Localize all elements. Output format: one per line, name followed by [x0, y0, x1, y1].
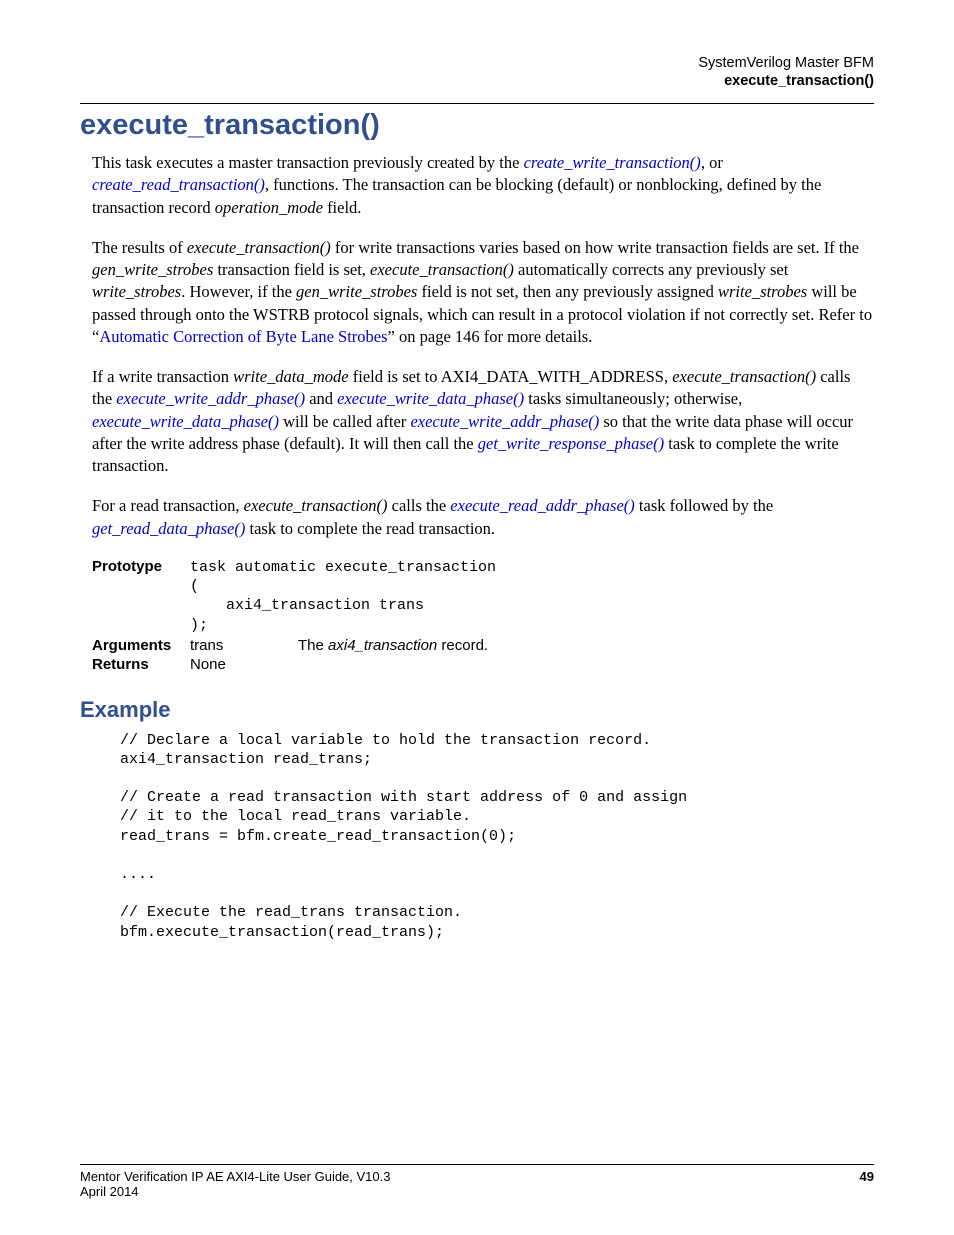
link-get-read-data-phase[interactable]: get_read_data_phase(): [92, 519, 245, 538]
text: ” on page 146 for more details.: [388, 327, 593, 346]
prototype-label: Prototype: [92, 558, 190, 575]
example-heading: Example: [80, 697, 874, 723]
page-title: execute_transaction(): [80, 109, 874, 142]
text: field.: [323, 198, 362, 217]
argument-desc: The axi4_transaction record.: [298, 637, 488, 654]
text: The results of: [92, 238, 187, 257]
text: If a write transaction: [92, 367, 233, 386]
link-execute-read-addr-phase[interactable]: execute_read_addr_phase(): [450, 496, 635, 515]
footer-date: April 2014: [80, 1184, 874, 1199]
returns-label: Returns: [92, 656, 190, 673]
returns-value: None: [190, 656, 298, 673]
arguments-row: Arguments trans The axi4_transaction rec…: [92, 637, 874, 654]
text: record.: [437, 637, 488, 654]
write-strobes-paragraph: The results of execute_transaction() for…: [92, 237, 874, 348]
term-operation-mode: operation_mode: [215, 198, 323, 217]
term: write_strobes: [92, 282, 181, 301]
link-auto-correction-byte-lane[interactable]: Automatic Correction of Byte Lane Strobe…: [99, 327, 387, 346]
text: For a read transaction,: [92, 496, 244, 515]
text: field is not set, then any previously as…: [417, 282, 718, 301]
footer-page-number: 49: [860, 1169, 874, 1184]
page: SystemVerilog Master BFM execute_transac…: [0, 0, 954, 1235]
text: tasks simultaneously; otherwise,: [524, 389, 742, 408]
text: will be called after: [279, 412, 410, 431]
link-execute-write-data-phase-2[interactable]: execute_write_data_phase(): [92, 412, 279, 431]
text: The: [298, 637, 328, 654]
prototype-row: Prototype task automatic execute_transac…: [92, 558, 874, 635]
header-chapter: SystemVerilog Master BFM: [698, 54, 874, 72]
term: execute_transaction(): [187, 238, 331, 257]
page-footer: Mentor Verification IP AE AXI4-Lite User…: [80, 1164, 874, 1199]
text: . However, if the: [181, 282, 296, 301]
term: execute_transaction(): [370, 260, 514, 279]
example-code: // Declare a local variable to hold the …: [120, 731, 874, 942]
link-execute-write-addr-phase-2[interactable]: execute_write_addr_phase(): [410, 412, 599, 431]
term: execute_transaction(): [672, 367, 816, 386]
returns-row: Returns None: [92, 656, 874, 673]
text: calls the: [388, 496, 451, 515]
text: automatically corrects any previously se…: [514, 260, 788, 279]
term: write_data_mode: [233, 367, 349, 386]
link-create-read-transaction[interactable]: create_read_transaction(): [92, 175, 265, 194]
term: write_strobes: [718, 282, 807, 301]
arguments-label: Arguments: [92, 637, 190, 654]
term: gen_write_strobes: [296, 282, 417, 301]
page-header: SystemVerilog Master BFM execute_transac…: [698, 54, 874, 90]
link-get-write-response-phase[interactable]: get_write_response_phase(): [478, 434, 664, 453]
term-axi4-transaction: axi4_transaction: [328, 637, 437, 654]
footer-guide: Mentor Verification IP AE AXI4-Lite User…: [80, 1169, 390, 1184]
content: execute_transaction() This task executes…: [80, 109, 874, 942]
text: , or: [701, 153, 723, 172]
text: transaction field is set,: [213, 260, 370, 279]
text: task followed by the: [635, 496, 773, 515]
link-execute-write-data-phase[interactable]: execute_write_data_phase(): [337, 389, 524, 408]
intro-paragraph: This task executes a master transaction …: [92, 152, 874, 219]
header-rule: [80, 103, 874, 104]
argument-name: trans: [190, 637, 298, 654]
read-transaction-paragraph: For a read transaction, execute_transact…: [92, 495, 874, 540]
header-topic: execute_transaction(): [698, 72, 874, 90]
footer-line: Mentor Verification IP AE AXI4-Lite User…: [80, 1169, 874, 1184]
text: for write transactions varies based on h…: [331, 238, 859, 257]
write-data-mode-paragraph: If a write transaction write_data_mode f…: [92, 366, 874, 477]
term: gen_write_strobes: [92, 260, 213, 279]
footer-rule: [80, 1164, 874, 1165]
prototype-code: task automatic execute_transaction ( axi…: [190, 558, 496, 635]
text: field is set to AXI4_DATA_WITH_ADDRESS,: [349, 367, 673, 386]
link-create-write-transaction[interactable]: create_write_transaction(): [524, 153, 701, 172]
text: task to complete the read transaction.: [245, 519, 495, 538]
link-execute-write-addr-phase[interactable]: execute_write_addr_phase(): [116, 389, 305, 408]
term: execute_transaction(): [244, 496, 388, 515]
text: and: [305, 389, 337, 408]
text: This task executes a master transaction …: [92, 153, 524, 172]
api-table: Prototype task automatic execute_transac…: [92, 558, 874, 673]
